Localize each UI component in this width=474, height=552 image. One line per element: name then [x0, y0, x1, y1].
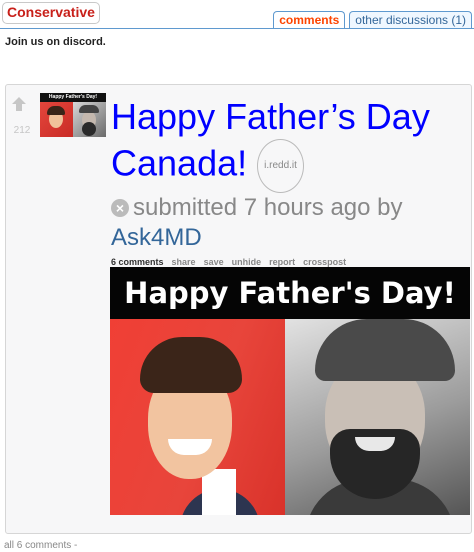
- image-right-photo: [285, 319, 470, 515]
- thumbnail-caption: Happy Father's Day!: [40, 93, 106, 102]
- crosspost-link[interactable]: crosspost: [303, 257, 346, 267]
- post-image[interactable]: Happy Father's Day!: [110, 267, 470, 515]
- discord-notice: Join us on discord.: [5, 36, 106, 48]
- post-domain[interactable]: i.redd.it: [257, 139, 304, 193]
- image-left-photo: [110, 319, 285, 515]
- header-tabs: comments other discussions (1): [273, 11, 472, 28]
- post-actions: 6 comments share save unhide report cros…: [111, 257, 466, 267]
- upvote-icon[interactable]: [12, 97, 26, 111]
- report-link[interactable]: report: [269, 257, 295, 267]
- post-thumbnail[interactable]: Happy Father's Day!: [40, 93, 106, 137]
- tab-comments[interactable]: comments: [273, 11, 346, 28]
- share-link[interactable]: share: [172, 257, 196, 267]
- image-banner-text: Happy Father's Day!: [110, 267, 470, 319]
- subreddit-name[interactable]: Conservative: [2, 2, 100, 24]
- tab-other-discussions[interactable]: other discussions (1): [349, 11, 472, 28]
- post-author[interactable]: Ask4MD: [111, 224, 202, 251]
- submitted-text: submitted 7 hours ago by: [133, 194, 403, 221]
- post-score: 212: [13, 125, 31, 136]
- post-tagline: × submitted 7 hours ago by Ask4MD: [111, 193, 466, 253]
- close-icon[interactable]: ×: [111, 199, 129, 217]
- post-title[interactable]: Happy Father’s Day Canada! i.redd.it: [111, 95, 466, 193]
- all-comments-label[interactable]: all 6 comments -: [4, 540, 77, 551]
- thumbnail-right-photo: [73, 102, 106, 137]
- save-link[interactable]: save: [204, 257, 224, 267]
- comments-link[interactable]: 6 comments: [111, 257, 164, 267]
- thumbnail-left-photo: [40, 102, 73, 137]
- post: 212 Happy Father's Day! Happy Father’s D…: [5, 84, 472, 534]
- header-bar: Conservative comments other discussions …: [0, 0, 474, 29]
- post-info: Happy Father’s Day Canada! i.redd.it × su…: [111, 95, 466, 267]
- unhide-link[interactable]: unhide: [232, 257, 262, 267]
